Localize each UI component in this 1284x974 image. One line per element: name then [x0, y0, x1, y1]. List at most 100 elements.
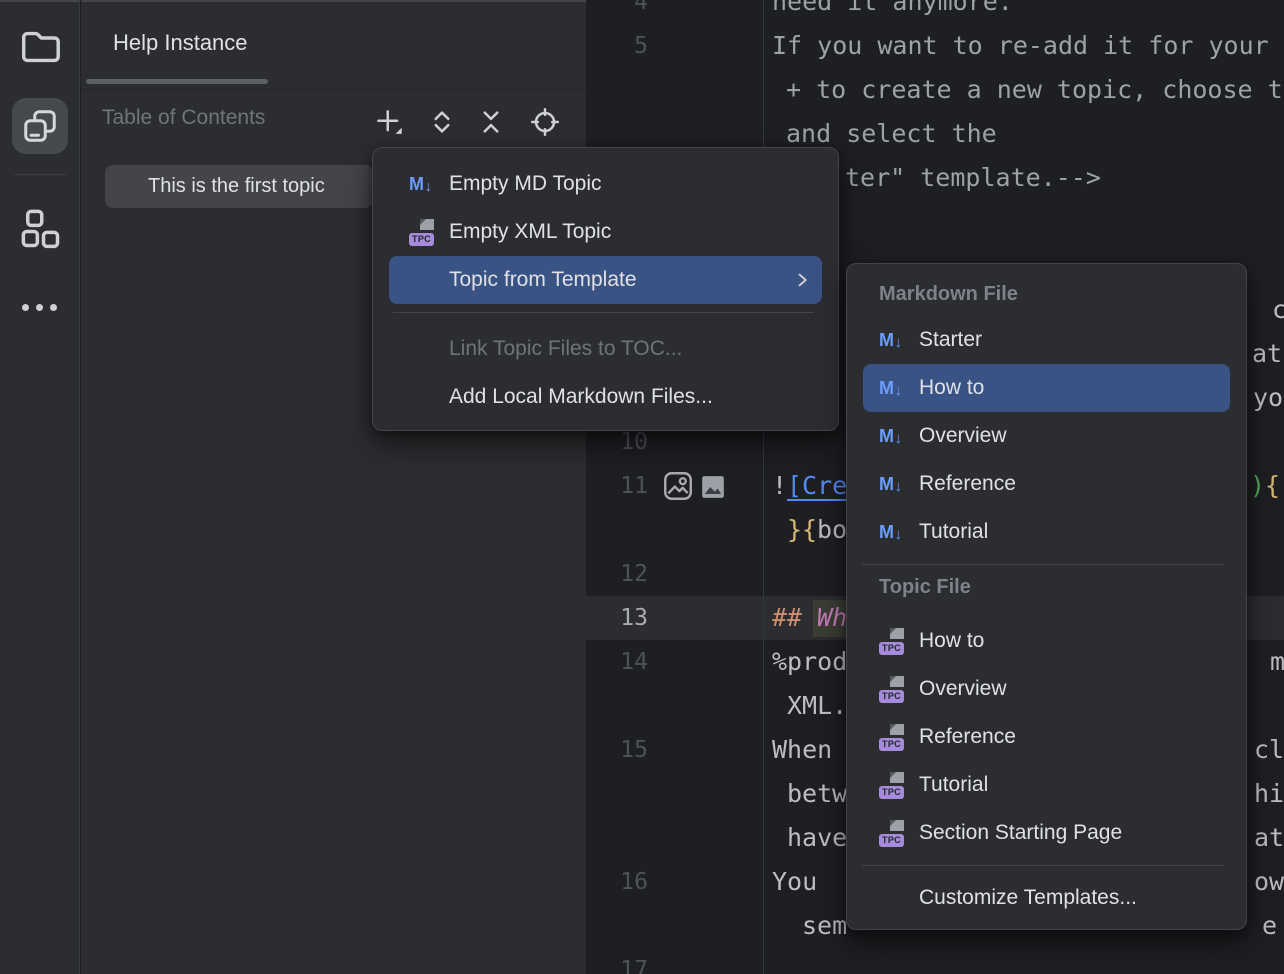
code-fragment: %prod — [772, 640, 847, 684]
code-fragment: { — [1265, 464, 1280, 508]
line-number-12: 12 — [586, 552, 648, 596]
line-number-5: 5 — [586, 24, 648, 68]
topic-file-icon: TPC — [879, 772, 905, 799]
menu-item-overview-md[interactable]: M↓ Overview — [863, 412, 1230, 460]
markdown-file-icon: M↓ — [409, 174, 432, 195]
code-fragment: Wh — [817, 596, 847, 640]
menu-item-label: Add Local Markdown Files... — [449, 385, 713, 409]
topic-template-submenu: Markdown FileM↓StarterM↓How toM↓Overview… — [846, 263, 1247, 930]
menu-item-label: Tutorial — [919, 773, 988, 797]
code-fragment: [Cre — [787, 464, 847, 508]
menu-item-customize-templates[interactable]: Customize Templates... — [863, 874, 1230, 922]
menu-separator — [862, 865, 1224, 866]
add-button[interactable] — [373, 106, 405, 138]
image-outline-icon[interactable] — [661, 469, 695, 503]
line-number-14: 14 — [586, 640, 648, 684]
menu-item-label: Reference — [919, 725, 1016, 749]
code-fragment: have — [787, 816, 847, 860]
toc-item-first-topic[interactable]: This is the first topic — [105, 165, 373, 208]
line-number-17: 17 — [586, 948, 648, 974]
code-fragment: e — [1262, 904, 1277, 948]
locate-button[interactable] — [529, 106, 561, 138]
topic-file-icon: TPC — [879, 724, 905, 751]
menu-item-link-topic-files-to-toc[interactable]: Link Topic Files to TOC... — [389, 325, 822, 373]
code-fragment: m — [1270, 640, 1284, 684]
collapse-all-icon — [476, 107, 506, 137]
menu-item-label: Reference — [919, 472, 1016, 496]
line-number-4: 4 — [586, 0, 648, 24]
code-fragment: bo — [817, 508, 847, 552]
menu-item-label: Customize Templates... — [919, 886, 1137, 910]
menu-item-empty-md-topic-md[interactable]: M↓ Empty MD Topic — [389, 160, 822, 208]
menu-item-label: Empty MD Topic — [449, 172, 602, 196]
code-fragment: ow — [1254, 860, 1284, 904]
code-fragment: XML. — [787, 684, 847, 728]
code-fragment: sem — [802, 904, 847, 948]
sidebar-item-writerside[interactable] — [12, 98, 68, 154]
expand-all-icon — [427, 107, 457, 137]
tool-window-stripe — [0, 0, 80, 974]
submenu-arrow-icon — [792, 270, 822, 290]
layers-icon — [22, 108, 58, 144]
expand-all-button[interactable] — [426, 106, 458, 138]
menu-item-reference-tpc[interactable]: TPC Reference — [863, 713, 1230, 761]
menu-item-label: Empty XML Topic — [449, 220, 611, 244]
menu-item-label: Section Starting Page — [919, 821, 1122, 845]
sidebar-item-structure[interactable] — [12, 200, 68, 256]
code-fragment: need it anymore. — [772, 0, 1013, 24]
toc-toolbar-title: Table of Contents — [102, 106, 265, 130]
menu-item-label: Topic from Template — [449, 268, 637, 292]
sidebar-item-more[interactable] — [22, 304, 57, 311]
plus-icon — [374, 107, 404, 137]
topic-file-icon: TPC — [879, 676, 905, 703]
line-number-15: 15 — [586, 728, 648, 772]
markdown-file-icon: M↓ — [879, 330, 902, 351]
line-number-11: 11 — [586, 464, 648, 508]
menu-item-overview-tpc[interactable]: TPCOverview — [863, 665, 1230, 713]
menu-item-how-to-md[interactable]: M↓ How to — [863, 364, 1230, 412]
topic-file-icon: TPC — [879, 820, 905, 847]
menu-item-add-local-markdown-files[interactable]: Add Local Markdown Files... — [389, 373, 822, 421]
code-fragment: at — [1254, 816, 1284, 860]
tool-window-header: Help Instance — [81, 2, 586, 89]
line-number-13: 13 — [586, 596, 648, 640]
menu-item-how-to-tpc[interactable]: TPCHow to — [863, 617, 1230, 665]
menu-item-label: How to — [919, 629, 984, 653]
sidebar-item-project[interactable] — [12, 19, 68, 75]
code-fragment: ## — [772, 596, 802, 640]
ellipsis-icon — [22, 304, 29, 311]
menu-item-empty-xml-topic-tpc[interactable]: TPCEmpty XML Topic — [389, 208, 822, 256]
menu-item-topic-from-template[interactable]: Topic from Template — [389, 256, 822, 304]
code-fragment: ter" template.--> — [845, 156, 1101, 200]
code-fragment: If you want to re-add it for your — [772, 24, 1269, 68]
markdown-file-icon: M↓ — [879, 378, 902, 399]
menu-item-reference-md[interactable]: M↓ Reference — [863, 460, 1230, 508]
markdown-file-icon: M↓ — [879, 426, 902, 447]
code-fragment: his — [1254, 772, 1284, 816]
menu-item-tutorial-tpc[interactable]: TPC Tutorial — [863, 761, 1230, 809]
menu-item-label: Overview — [919, 424, 1007, 448]
menu-item-tutorial-md[interactable]: M↓Tutorial — [863, 508, 1230, 556]
menu-item-starter-md[interactable]: M↓Starter — [863, 316, 1230, 364]
menu-separator — [393, 312, 814, 313]
stripe-divider — [14, 174, 66, 175]
menu-item-label: Tutorial — [919, 520, 988, 544]
toc-toolbar: Table of Contents — [81, 89, 586, 153]
ide-window: need it anymore.If you want to re-add it… — [0, 0, 1284, 974]
code-fragment: When — [772, 728, 832, 772]
menu-item-section-starting-page-tpc[interactable]: TPC Section Starting Page — [863, 809, 1230, 857]
menu-item-label: How to — [919, 376, 984, 400]
structure-icon — [19, 207, 61, 249]
code-fragment: + to create a new topic, choose t — [786, 68, 1283, 112]
code-fragment: c — [1272, 288, 1284, 332]
code-fragment: }{ — [787, 508, 817, 552]
code-fragment: betw — [787, 772, 847, 816]
locate-target-icon — [530, 107, 560, 137]
section-header-topic-file: Topic File — [863, 565, 1230, 609]
image-filled-icon[interactable] — [700, 474, 726, 500]
markdown-file-icon: M↓ — [879, 474, 902, 495]
tab-help-instance[interactable]: Help Instance — [113, 30, 248, 56]
menu-item-label: Link Topic Files to TOC... — [449, 337, 682, 361]
collapse-all-button[interactable] — [475, 106, 507, 138]
code-fragment: ! — [772, 464, 787, 508]
